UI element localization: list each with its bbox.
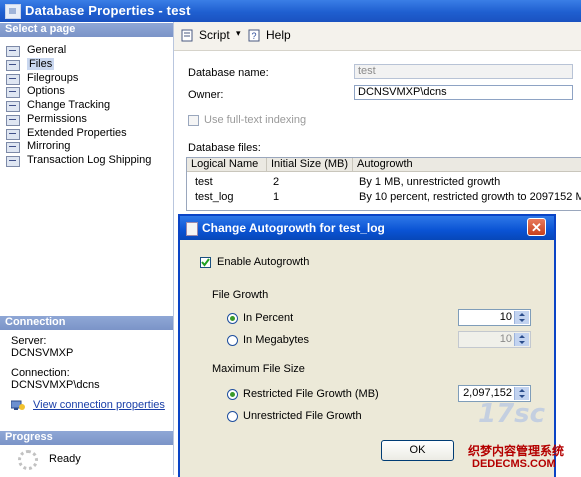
- script-icon: [181, 29, 193, 42]
- table-row[interactable]: test 2 By 1 MB, unrestricted growth: [187, 175, 581, 190]
- db-files-label: Database files:: [188, 142, 261, 154]
- dialog-title: Change Autogrowth for test_log: [202, 221, 385, 235]
- toolbar: Script ▾ ? Help: [174, 22, 581, 51]
- sidebar-item-label: Files: [27, 58, 55, 70]
- sidebar-item-label: Change Tracking: [27, 99, 111, 111]
- table-cell: By 10 percent, restricted growth to 2097…: [359, 191, 581, 203]
- connection-header: Connection: [0, 316, 173, 330]
- window-title-bar: Database Properties - test: [0, 0, 581, 22]
- script-dropdown-icon[interactable]: ▾: [236, 28, 241, 39]
- progress-spinner-icon: [18, 450, 38, 470]
- fulltext-checkbox[interactable]: [188, 115, 199, 126]
- page-icon: [6, 142, 20, 153]
- in-percent-label: In Percent: [243, 312, 294, 324]
- restricted-growth-value: 2,097,152: [463, 387, 512, 399]
- server-value: DCNSVMXP: [11, 347, 74, 359]
- sidebar-item-label: Transaction Log Shipping: [27, 154, 152, 166]
- checkmark-icon: [201, 258, 210, 267]
- table-cell: By 1 MB, unrestricted growth: [359, 176, 501, 188]
- db-name-field[interactable]: test: [354, 64, 573, 79]
- page-icon: [6, 101, 20, 112]
- watermark-logo: 17sc: [478, 399, 546, 429]
- help-label: Help: [266, 28, 291, 42]
- in-percent-stepper[interactable]: 10: [458, 309, 531, 326]
- sidebar-item-label: Extended Properties: [27, 127, 127, 139]
- page-icon: [6, 87, 20, 98]
- server-label: Server:: [11, 335, 47, 347]
- table-cell: 1: [273, 191, 280, 203]
- view-connection-properties-link[interactable]: View connection properties: [33, 399, 165, 411]
- table-cell: test_log: [195, 191, 234, 203]
- window-title: Database Properties - test: [25, 3, 191, 18]
- file-growth-label: File Growth: [212, 289, 269, 301]
- in-megabytes-value: 10: [499, 333, 512, 345]
- table-row[interactable]: test_log 1 By 10 percent, restricted gro…: [187, 190, 581, 205]
- spin-arrows-icon[interactable]: [514, 333, 529, 346]
- connection-properties-icon: [10, 400, 25, 411]
- progress-status: Ready: [49, 453, 81, 465]
- watermark-line2: DEDECMS.COM: [472, 458, 556, 470]
- col-header-logical-name[interactable]: Logical Name: [187, 158, 267, 172]
- page-icon: [6, 115, 20, 126]
- help-icon: ?: [248, 29, 260, 42]
- page-icon: [6, 46, 20, 57]
- dialog-icon: [186, 222, 198, 236]
- sidebar-item-label: Permissions: [27, 113, 87, 125]
- select-page-header: Select a page: [0, 23, 173, 37]
- sidebar-item-label: Options: [27, 85, 65, 97]
- connection-label: Connection:: [11, 367, 70, 379]
- page-icon: [6, 129, 20, 140]
- restricted-growth-radio[interactable]: [227, 389, 238, 400]
- in-percent-value: 10: [499, 311, 512, 323]
- col-header-autogrowth[interactable]: Autogrowth: [353, 158, 581, 172]
- database-files-table: Logical Name Initial Size (MB) Autogrowt…: [186, 157, 581, 211]
- page-icon: [6, 156, 20, 167]
- in-percent-radio[interactable]: [227, 313, 238, 324]
- table-cell: test: [195, 176, 213, 188]
- max-file-size-label: Maximum File Size: [212, 363, 305, 375]
- left-pane: Select a page General Files Filegroups Opti…: [0, 22, 174, 475]
- in-megabytes-stepper[interactable]: 10: [458, 331, 531, 348]
- close-icon[interactable]: ✕: [527, 218, 546, 236]
- page-icon: [6, 60, 20, 71]
- spin-arrows-icon[interactable]: [514, 311, 529, 324]
- ok-button[interactable]: OK: [381, 440, 454, 461]
- database-icon: [5, 4, 21, 19]
- page-icon: [6, 74, 20, 85]
- sidebar-item-label: Filegroups: [27, 72, 79, 84]
- svg-text:?: ?: [252, 31, 257, 41]
- table-cell: 2: [273, 176, 280, 188]
- in-megabytes-radio[interactable]: [227, 335, 238, 346]
- sidebar-item-label: Mirroring: [27, 140, 71, 152]
- fulltext-label: Use full-text indexing: [204, 114, 307, 126]
- owner-label: Owner:: [188, 89, 224, 101]
- in-megabytes-label: In Megabytes: [243, 334, 310, 346]
- change-autogrowth-dialog: Change Autogrowth for test_log ✕ Enable …: [178, 214, 556, 477]
- dialog-title-bar: Change Autogrowth for test_log ✕: [180, 216, 554, 240]
- connection-value: DCNSVMXP\dcns: [11, 379, 100, 391]
- watermark-line1: 织梦内容管理系统: [468, 444, 565, 458]
- sidebar-item-label: General: [27, 44, 67, 56]
- unrestricted-growth-label: Unrestricted File Growth: [243, 410, 362, 422]
- col-header-initial-size[interactable]: Initial Size (MB): [267, 158, 353, 172]
- restricted-growth-label: Restricted File Growth (MB): [243, 388, 379, 400]
- enable-autogrowth-checkbox[interactable]: [200, 257, 211, 268]
- enable-autogrowth-label: Enable Autogrowth: [217, 256, 310, 268]
- db-name-label: Database name:: [188, 67, 269, 79]
- progress-header: Progress: [0, 431, 173, 445]
- unrestricted-growth-radio[interactable]: [227, 411, 238, 422]
- script-label: Script: [199, 28, 230, 42]
- owner-field[interactable]: DCNSVMXP\dcns: [354, 85, 573, 100]
